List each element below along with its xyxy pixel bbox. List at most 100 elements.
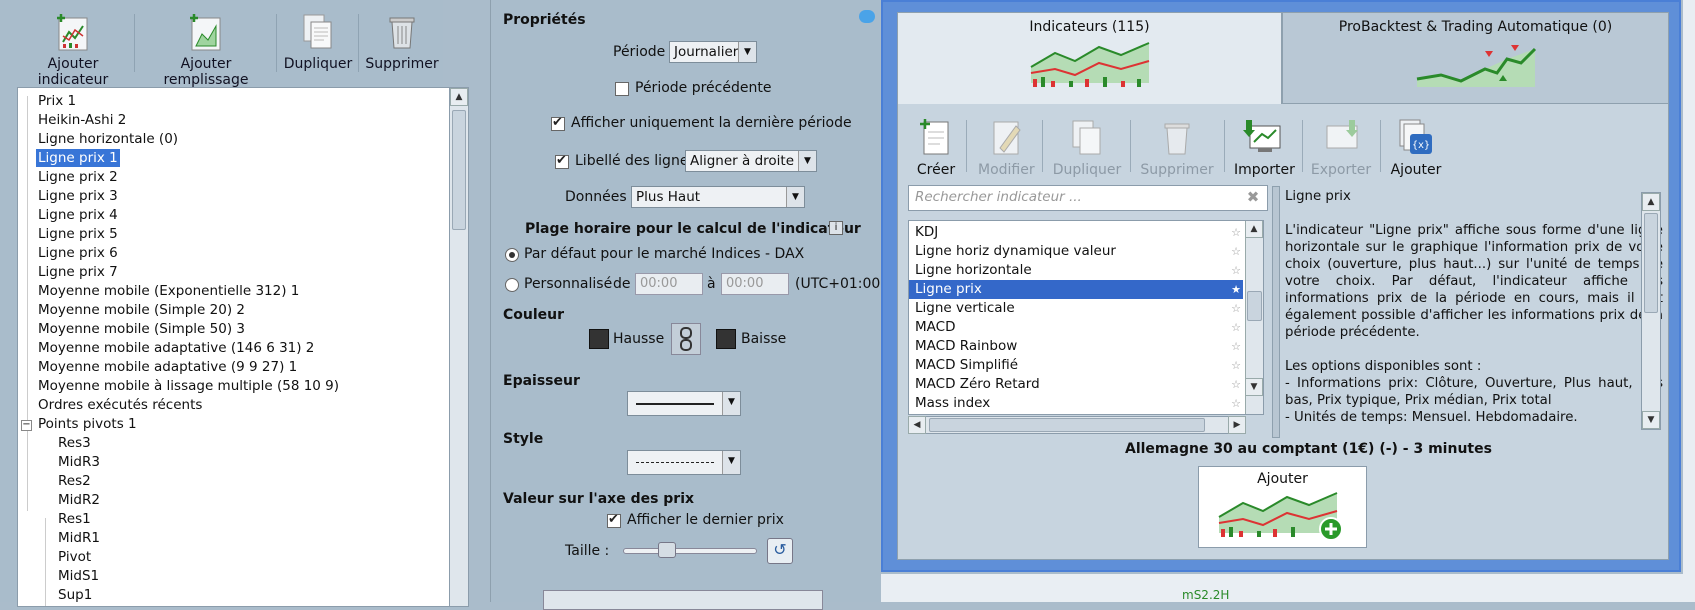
scroll-thumb[interactable] (929, 418, 1205, 432)
time-to-input[interactable]: 00:00 (721, 273, 789, 295)
thickness-select[interactable]: ▼ (627, 391, 741, 416)
scroll-left-icon[interactable]: ◀ (908, 416, 926, 434)
list-item[interactable]: Ligne horizontale ☆ (909, 261, 1243, 280)
add-to-list-button[interactable]: {x} Ajouter (1388, 118, 1444, 178)
scroll-thumb[interactable] (1247, 291, 1262, 321)
duplicate-button[interactable]: Dupliquer (282, 12, 354, 72)
list-item[interactable]: Ligne horiz dynamique valeur ☆ (909, 242, 1243, 261)
scroll-down-icon[interactable]: ▼ (1245, 378, 1263, 396)
scroll-right-icon[interactable]: ▶ (1228, 416, 1246, 434)
tab-indicators[interactable]: Indicateurs (115) (897, 12, 1282, 104)
tree-item[interactable]: Moyenne mobile (Exponentielle 312) 1 (36, 282, 301, 300)
custom-radio[interactable] (505, 278, 519, 292)
star-icon[interactable]: ☆ (1231, 375, 1241, 394)
clear-search-icon[interactable]: ✖ (1244, 188, 1262, 206)
tree-child-item[interactable]: MidR2 (56, 491, 102, 509)
down-color-swatch[interactable] (716, 329, 736, 349)
star-icon[interactable]: ☆ (1231, 337, 1241, 356)
tree-item[interactable]: Ligne prix 6 (36, 244, 120, 262)
tree-item[interactable]: Moyenne mobile adaptative (9 9 27) 1 (36, 358, 299, 376)
tree-scrollbar[interactable]: ▲ (449, 87, 469, 607)
delete-indicator-button[interactable]: Supprimer (1140, 118, 1214, 178)
period-select[interactable]: Journalier ▼ (669, 41, 757, 63)
add-fill-button[interactable]: Ajouter remplissage (142, 12, 270, 88)
last-period-checkbox[interactable] (551, 115, 565, 131)
help-bubble-icon[interactable] (859, 10, 875, 23)
scroll-up-icon[interactable]: ▲ (450, 88, 468, 106)
delete-button[interactable]: Supprimer (364, 12, 440, 72)
list-item[interactable]: MACD Simplifié ☆ (909, 356, 1243, 375)
tree-item[interactable]: Ligne prix 2 (36, 168, 120, 186)
list-item[interactable]: MACD Zéro Retard ☆ (909, 375, 1243, 394)
tree-child-item[interactable]: Res3 (56, 434, 93, 452)
tree-item[interactable]: Ordres exécutés récents (36, 396, 204, 414)
tree-item[interactable]: Ligne prix 4 (36, 206, 120, 224)
list-item[interactable]: Ligne verticale ☆ (909, 299, 1243, 318)
tree-child-item[interactable]: MidR3 (56, 453, 102, 471)
size-slider-track[interactable] (623, 548, 757, 554)
tree-child-item[interactable]: MidR1 (56, 529, 102, 547)
tree-item[interactable]: Prix 1 (36, 92, 78, 110)
tab-backtest[interactable]: ProBacktest & Trading Automatique (0) (1282, 12, 1669, 104)
duplicate-indicator-button[interactable]: Dupliquer (1052, 118, 1122, 178)
data-select[interactable]: Plus Haut ▼ (631, 186, 805, 208)
tree-item[interactable]: Moyenne mobile adaptative (146 6 31) 2 (36, 339, 316, 357)
scroll-down-icon[interactable]: ▼ (1642, 411, 1660, 429)
list-item-selected[interactable]: Ligne prix ★ (909, 280, 1243, 299)
tree-item-selected[interactable]: Ligne prix 1 (36, 149, 120, 167)
info-icon[interactable]: i (829, 221, 843, 235)
star-icon[interactable]: ☆ (1231, 394, 1241, 413)
edit-button[interactable]: Modifier (978, 118, 1035, 178)
tree-child-item[interactable]: Res2 (56, 472, 93, 490)
tree-child-item[interactable]: MidS1 (56, 567, 101, 585)
description-scrollbar[interactable]: ▲ ▼ (1641, 192, 1661, 430)
list-hscrollbar[interactable]: ◀ ▶ (908, 416, 1246, 434)
tree-item[interactable]: Moyenne mobile (Simple 50) 3 (36, 320, 247, 338)
scroll-thumb[interactable] (1644, 213, 1658, 313)
prev-period-checkbox[interactable] (615, 82, 629, 96)
list-vscrollbar[interactable]: ▲ ▼ (1245, 221, 1263, 414)
link-colors-button[interactable] (671, 323, 701, 355)
list-item[interactable]: KDJ ☆ (909, 223, 1243, 242)
star-icon[interactable]: ☆ (1231, 242, 1241, 261)
star-icon[interactable]: ★ (1231, 280, 1241, 299)
indicator-list[interactable]: KDJ ☆ Ligne horiz dynamique valeur ☆ Ligne… (908, 220, 1264, 415)
default-market-radio[interactable] (505, 248, 519, 262)
size-slider-thumb[interactable] (657, 542, 676, 558)
align-select[interactable]: Aligner à droite ▼ (685, 150, 817, 172)
tree-item[interactable]: Moyenne mobile (Simple 20) 2 (36, 301, 247, 319)
add-indicator-confirm-button[interactable]: Ajouter (1198, 466, 1367, 548)
tree-item[interactable]: Points pivots 1 (36, 415, 139, 433)
star-icon[interactable]: ☆ (1231, 299, 1241, 318)
reset-icon[interactable]: ↺ (767, 538, 793, 564)
bottom-button[interactable] (543, 590, 823, 610)
last-price-checkbox[interactable] (607, 512, 621, 528)
scroll-up-icon[interactable]: ▲ (1245, 221, 1263, 238)
star-icon[interactable]: ☆ (1231, 223, 1241, 242)
tree-item[interactable]: Ligne prix 7 (36, 263, 120, 281)
tree-item[interactable]: Ligne prix 3 (36, 187, 120, 205)
collapse-icon[interactable]: − (21, 420, 32, 431)
search-input[interactable]: Rechercher indicateur ... (908, 185, 1268, 211)
list-item[interactable]: MACD Rainbow ☆ (909, 337, 1243, 356)
splitter-handle[interactable] (1272, 186, 1280, 438)
export-button[interactable]: Exporter (1310, 118, 1372, 178)
tree-item[interactable]: Ligne horizontale (0) (36, 130, 180, 148)
time-from-input[interactable]: 00:00 (635, 273, 703, 295)
add-indicator-button[interactable]: Ajouter indicateur (18, 12, 128, 88)
tree-child-item[interactable]: Sup1 (56, 586, 94, 604)
tree-child-item[interactable]: Pivot (56, 548, 93, 566)
scroll-thumb[interactable] (452, 110, 466, 230)
tree-child-item[interactable]: Res1 (56, 510, 93, 528)
star-icon[interactable]: ☆ (1231, 318, 1241, 337)
star-icon[interactable]: ☆ (1231, 261, 1241, 280)
import-button[interactable]: Importer (1234, 118, 1295, 178)
scroll-up-icon[interactable]: ▲ (1642, 193, 1660, 211)
up-color-swatch[interactable] (589, 329, 609, 349)
list-item[interactable]: Mass index ☆ (909, 394, 1243, 413)
tree-item[interactable]: Ligne prix 5 (36, 225, 120, 243)
star-icon[interactable]: ☆ (1231, 356, 1241, 375)
create-button[interactable]: Créer (914, 118, 958, 178)
style-select[interactable]: ▼ (627, 450, 741, 475)
indicator-tree[interactable]: Prix 1 Heikin-Ashi 2 Ligne horizontale (… (17, 87, 469, 607)
